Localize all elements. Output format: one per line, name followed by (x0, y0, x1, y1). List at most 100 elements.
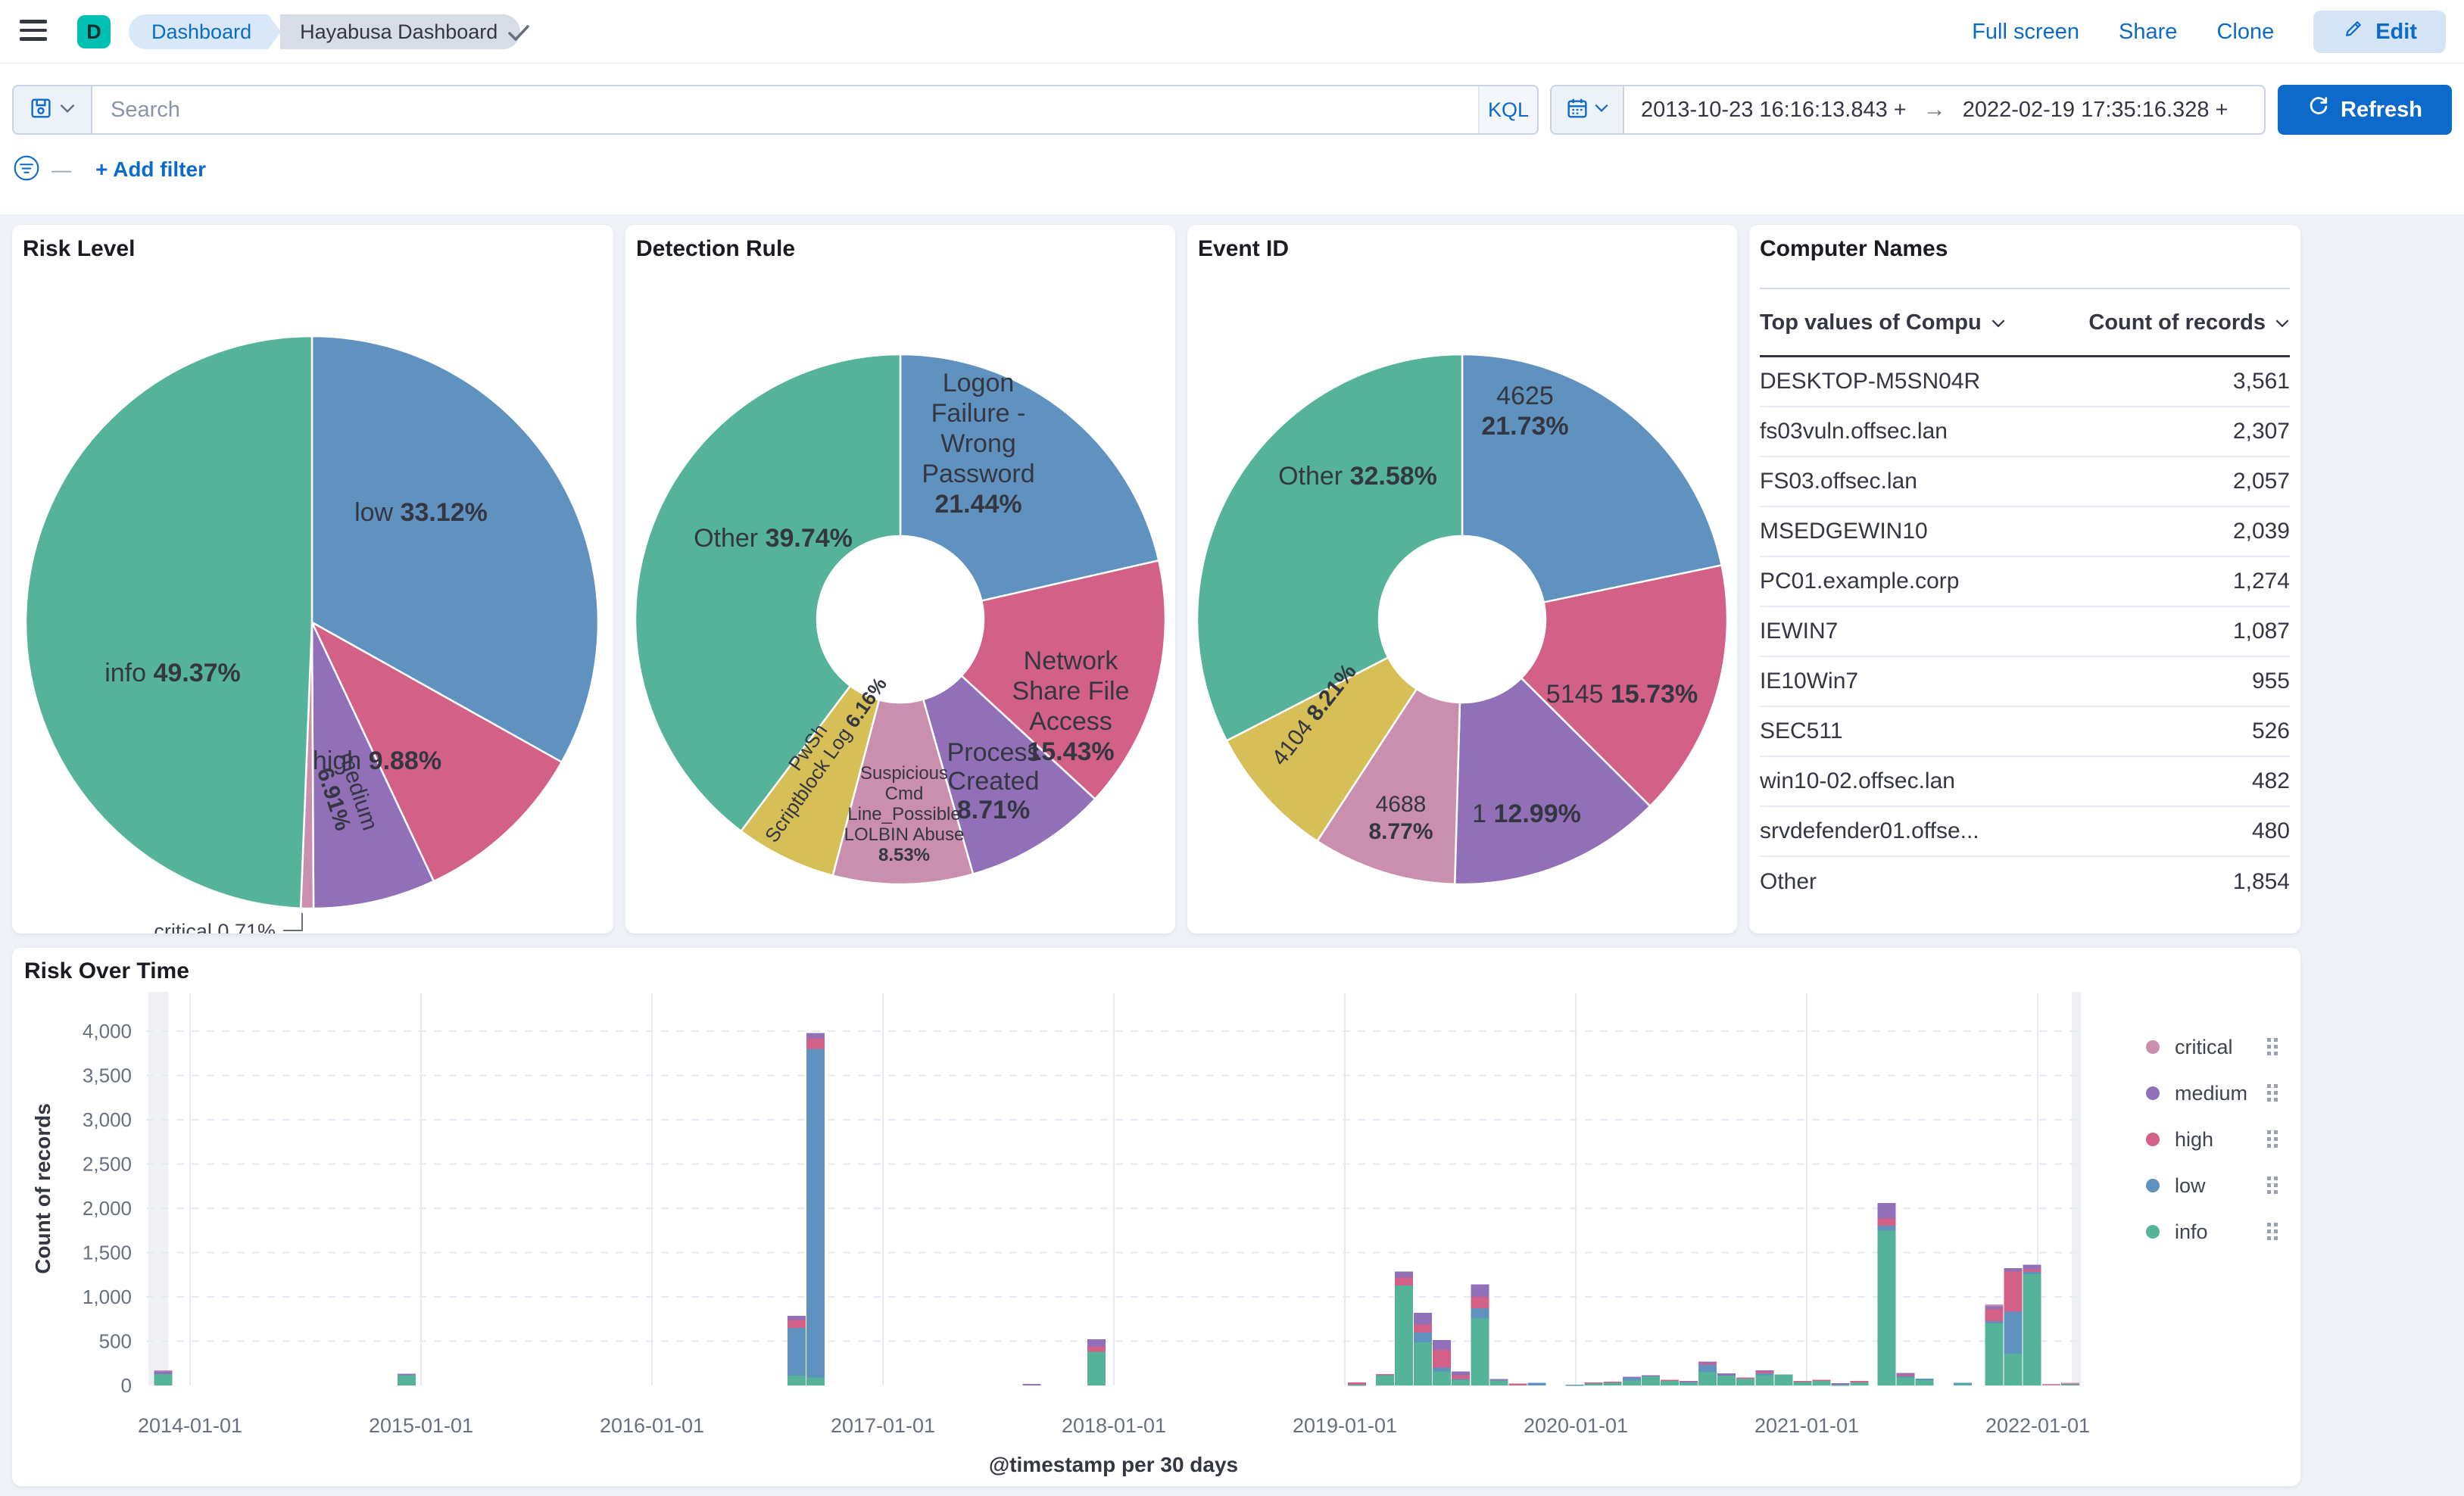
drag-handle-icon[interactable] (2274, 1091, 2278, 1095)
bar-segment-info[interactable] (1774, 1374, 1793, 1385)
table-row[interactable]: win10-02.offsec.lan 482 (1760, 757, 2290, 807)
bar-segment-medium[interactable] (2023, 1264, 2041, 1270)
bar-segment-high[interactable] (1452, 1375, 1471, 1379)
bar-segment-critical[interactable] (154, 1370, 173, 1372)
refresh-button[interactable]: Refresh (2278, 85, 2452, 135)
bar-segment-medium[interactable] (1896, 1373, 1915, 1375)
bar-segment-low[interactable] (1915, 1379, 1934, 1380)
bar-segment-info[interactable] (1985, 1323, 2004, 1385)
bar-segment-low[interactable] (1896, 1376, 1915, 1378)
bar-segment-low[interactable] (806, 1049, 825, 1378)
drag-handle-icon[interactable] (2274, 1137, 2278, 1141)
bar-segment-high[interactable] (1877, 1218, 1896, 1226)
table-row[interactable]: FS03.offsec.lan 2,057 (1760, 457, 2290, 507)
bar-segment-low[interactable] (1452, 1379, 1471, 1380)
bar-segment-high[interactable] (1660, 1379, 1679, 1382)
table-row[interactable]: IE10Win7 955 (1760, 657, 2290, 707)
bar-segment-low[interactable] (2004, 1311, 2023, 1354)
drag-handle-icon[interactable] (2274, 1084, 2278, 1088)
drag-handle-icon[interactable] (2274, 1183, 2278, 1187)
bar-segment-info[interactable] (2004, 1353, 2023, 1385)
bar-segment-info[interactable] (1489, 1380, 1508, 1385)
bar-segment-medium[interactable] (1755, 1370, 1774, 1372)
drag-handle-icon[interactable] (2274, 1223, 2278, 1226)
bar-segment-medium[interactable] (154, 1370, 173, 1374)
bar-segment-medium[interactable] (1622, 1376, 1641, 1378)
bar-segment-info[interactable] (1394, 1285, 1413, 1385)
drag-handle-icon[interactable] (2267, 1223, 2271, 1226)
bar-segment-low[interactable] (2023, 1272, 2041, 1275)
bar-segment-medium[interactable] (1717, 1373, 1736, 1376)
bar-segment-info[interactable] (1452, 1379, 1471, 1385)
bar-segment-high[interactable] (1087, 1346, 1106, 1352)
bar-segment-low[interactable] (1755, 1373, 1774, 1376)
menu-icon[interactable] (20, 20, 47, 44)
bar-segment-high[interactable] (1793, 1381, 1812, 1382)
bar-segment-high[interactable] (1348, 1382, 1367, 1385)
bar-segment-info[interactable] (1471, 1318, 1489, 1385)
bar-segment-high[interactable] (1584, 1382, 1603, 1384)
bar-segment-medium[interactable] (1394, 1271, 1413, 1278)
bar-segment-critical[interactable] (2060, 1382, 2079, 1385)
legend-item-info[interactable]: info (2146, 1220, 2278, 1243)
legend-item-critical[interactable]: critical (2146, 1036, 2278, 1058)
drag-handle-icon[interactable] (2267, 1177, 2271, 1180)
bar-segment-info[interactable] (1896, 1377, 1915, 1385)
bar-segment-high[interactable] (1755, 1371, 1774, 1373)
legend-item-low[interactable]: low (2146, 1174, 2278, 1197)
table-row[interactable]: Other 1,854 (1760, 857, 2290, 907)
drag-handle-icon[interactable] (2274, 1144, 2278, 1148)
date-quick-menu[interactable] (1552, 86, 1624, 133)
check-icon[interactable] (506, 21, 532, 48)
pie-slice-info[interactable] (24, 335, 313, 909)
bar-segment-info[interactable] (1348, 1384, 1367, 1386)
bar-segment-high[interactable] (1375, 1374, 1394, 1376)
table-row[interactable]: DESKTOP-M5SN04R 3,561 (1760, 357, 2290, 407)
drag-handle-icon[interactable] (2274, 1052, 2278, 1055)
bar-segment-high[interactable] (1394, 1277, 1413, 1286)
bar-segment-info[interactable] (1660, 1380, 1679, 1385)
bar-segment-low[interactable] (1565, 1384, 1584, 1386)
bar-segment-high[interactable] (1414, 1324, 1433, 1332)
bar-segment-low[interactable] (1433, 1367, 1452, 1372)
drag-handle-icon[interactable] (2274, 1038, 2278, 1042)
drag-handle-icon[interactable] (2274, 1098, 2278, 1102)
bar-segment-high[interactable] (1603, 1381, 1622, 1383)
bar-segment-info[interactable] (1736, 1378, 1755, 1385)
bar-segment-low[interactable] (1985, 1321, 2004, 1324)
drag-handle-icon[interactable] (2267, 1038, 2271, 1042)
bar-segment-low[interactable] (1698, 1365, 1717, 1373)
drag-handle-icon[interactable] (2267, 1130, 2271, 1134)
bar-segment-info[interactable] (1375, 1375, 1394, 1385)
bar-segment-info[interactable] (1831, 1384, 1850, 1386)
bar-segment-medium[interactable] (1680, 1381, 1698, 1382)
share-link[interactable]: Share (2119, 20, 2177, 45)
table-row[interactable]: SEC511 526 (1760, 707, 2290, 757)
bar-segment-info[interactable] (1603, 1382, 1622, 1385)
drag-handle-icon[interactable] (2267, 1137, 2271, 1141)
bar-segment-info[interactable] (1414, 1342, 1433, 1385)
bar-segment-low[interactable] (1622, 1377, 1641, 1381)
bar-segment-low[interactable] (1953, 1382, 1972, 1385)
drag-handle-icon[interactable] (2274, 1230, 2278, 1233)
bar-segment-low[interactable] (1527, 1382, 1546, 1385)
bar-segment-high[interactable] (1896, 1374, 1915, 1376)
bar-segment-high[interactable] (2023, 1269, 2041, 1273)
bar-segment-info[interactable] (1755, 1375, 1774, 1385)
filter-menu-icon[interactable] (12, 154, 41, 186)
clone-link[interactable]: Clone (2216, 20, 2274, 45)
bar-segment-medium[interactable] (1985, 1306, 2004, 1309)
drag-handle-icon[interactable] (2274, 1045, 2278, 1049)
bar-segment-info[interactable] (1433, 1371, 1452, 1385)
bar-segment-low[interactable] (1877, 1225, 1896, 1231)
bar-segment-medium[interactable] (1452, 1371, 1471, 1376)
bar-segment-info[interactable] (154, 1373, 173, 1385)
bar-segment-high[interactable] (787, 1320, 806, 1328)
bar-segment-info[interactable] (787, 1376, 806, 1385)
drag-handle-icon[interactable] (2267, 1183, 2271, 1187)
bar-segment-high[interactable] (1433, 1350, 1452, 1368)
bar-segment-medium[interactable] (1489, 1379, 1508, 1381)
bar-segment-high[interactable] (1471, 1297, 1489, 1309)
legend-item-medium[interactable]: medium (2146, 1082, 2278, 1105)
bar-segment-medium[interactable] (1877, 1202, 1896, 1219)
